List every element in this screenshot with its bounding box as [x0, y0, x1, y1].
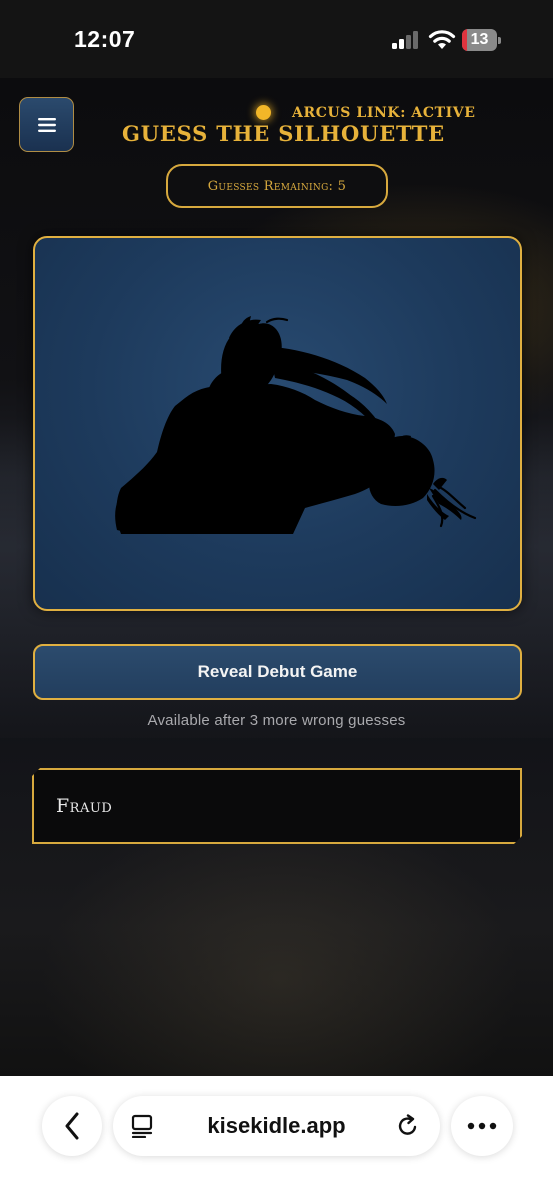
browser-toolbar: kisekidle.app [0, 1076, 553, 1200]
status-time: 12:07 [74, 26, 136, 52]
reveal-debut-game-label: Reveal Debut Game [197, 662, 358, 681]
guess-entry-text: Fraud [56, 795, 113, 817]
address-bar[interactable]: kisekidle.app [113, 1096, 440, 1156]
battery-level: 13 [470, 31, 489, 48]
menu-button[interactable] [19, 97, 74, 152]
cellular-signal-icon [392, 31, 418, 49]
guess-entry: Fraud [32, 768, 522, 844]
back-chevron-icon [65, 1112, 79, 1140]
reveal-hint-text: Available after 3 more wrong guesses [147, 712, 406, 729]
more-icon [467, 1122, 497, 1130]
battery-icon: 13 [462, 29, 501, 51]
character-silhouette-image [115, 316, 477, 534]
reveal-debut-game-button[interactable]: Reveal Debut Game [33, 644, 522, 700]
link-status-text: ARCUS LINK: ACTIVE [292, 105, 476, 121]
hamburger-menu-icon [37, 117, 56, 132]
url-text: kisekidle.app [207, 1113, 346, 1138]
guesses-remaining-badge: Guesses Remaining: 5 [166, 164, 388, 208]
page-title: GUESS THE SILHOUETTE [122, 121, 445, 146]
more-options-button[interactable] [451, 1096, 513, 1156]
guesses-remaining-text: Guesses Remaining: 5 [207, 178, 347, 194]
wifi-icon [428, 30, 456, 49]
game-screen: ARCUS LINK: ACTIVE GUESS THE SILHOUETTE … [0, 78, 553, 1076]
status-bar: 12:07 13 [0, 0, 553, 78]
reload-icon[interactable] [396, 1114, 420, 1138]
back-button[interactable] [42, 1096, 102, 1156]
silhouette-card [33, 236, 522, 611]
link-status-indicator [256, 105, 271, 120]
